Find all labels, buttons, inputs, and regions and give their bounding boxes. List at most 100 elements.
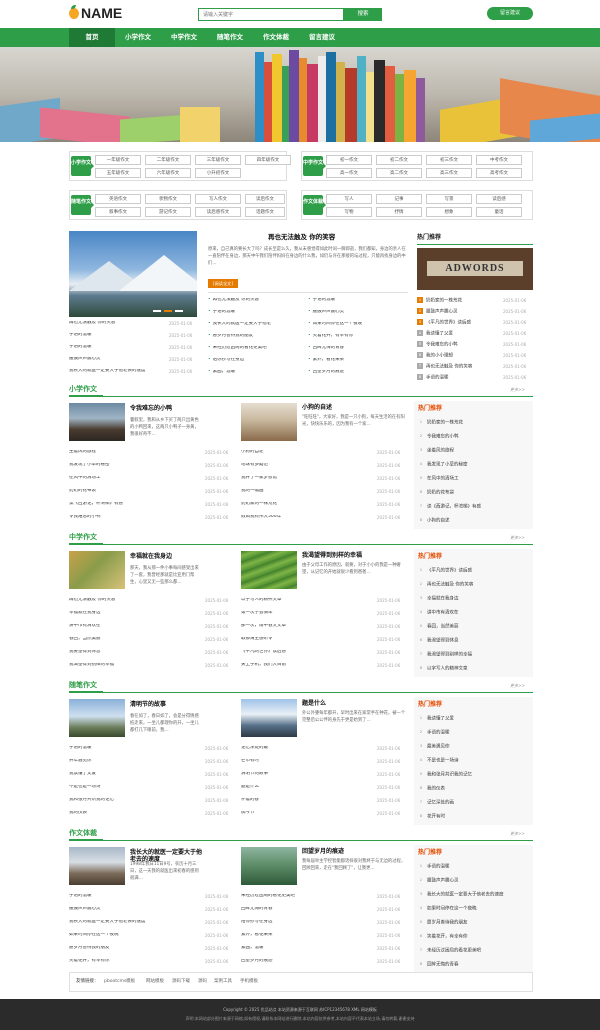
list-item[interactable]: 我长大的就医一定要大于他老去的速度 [69,920,199,928]
cat-chip[interactable]: 小升初作文 [195,168,241,178]
hot-item[interactable]: 7 记忆深处的画 [418,799,530,807]
list-item[interactable]: 题是什么 [241,785,371,793]
list-item[interactable]: 在风中的清场工 [69,476,199,484]
cat-tag-primary[interactable]: 小学作文 [71,156,94,176]
hot-item[interactable]: 2 令我难忘的小鸭 [418,433,530,441]
cat-chip[interactable]: 写景 [426,194,472,204]
list-item[interactable]: 如果时间停在这一个夜晚 [308,322,403,330]
friend-link[interactable]: 网站模板 [146,979,164,985]
list-item[interactable]: 奶奶的花布袋 [69,489,199,497]
cat-chip[interactable]: 读后作文 [245,194,285,204]
list-item[interactable]: 取那薄主感听令 [241,637,371,645]
hot-item[interactable]: 3 我长大的就医一定要大于他老去的速度 [418,891,530,899]
nav-primary[interactable]: 小学作文 [115,28,161,47]
list-item[interactable]: 笑着花开，有幸有你 [69,959,199,967]
cat-chip[interactable]: 二年级作文 [145,155,191,165]
cat-chip[interactable]: 读后感作文 [195,207,241,217]
cat-chip[interactable]: 三年级作文 [195,155,241,165]
list-item[interactable]: 如果时间停在这一个夜晚 [69,933,199,941]
list-item[interactable]: 我和张月共识我的记忆 [69,798,199,806]
section-title[interactable]: 小学作文 [69,386,97,393]
list-item[interactable]: 幸福就在我身边 [69,611,199,619]
list-item[interactable]: 我读懂了父爱 [69,772,199,780]
banner-image[interactable] [0,47,600,142]
article-title[interactable]: 题是什么 [302,701,406,707]
list-item[interactable]: 紫园，温暖 [208,370,303,378]
article-thumb[interactable] [69,847,125,885]
slide-image[interactable] [69,231,197,317]
list-item[interactable]: 紫外，看花来朵 [241,933,371,941]
cat-chip[interactable]: 想象 [426,207,472,217]
list-item[interactable]: 不是也是一场诗 [69,785,199,793]
list-item[interactable]: 手语的温暖 [69,894,199,902]
hot-item[interactable]: 2 腰鼓声声震心灵 [417,308,507,316]
cat-chip[interactable]: 写人 [326,194,372,204]
article-title[interactable]: 我渴望得到别样的幸福 [302,553,406,559]
logo-text[interactable]: NAME [81,6,122,20]
hot-item[interactable]: 6 我渴望得到休息 [418,637,530,645]
article-thumb[interactable] [69,551,125,589]
nav-home[interactable]: 首页 [69,28,115,47]
list-item[interactable]: 关上手机，我们大目前 [241,663,371,671]
hot-item[interactable]: 1 手语的温暖 [418,863,530,871]
cat-chip[interactable]: 读后感 [476,194,522,204]
cat-chip[interactable]: 高三作文 [426,168,472,178]
list-item[interactable]: 我长大的就医一定要大于他老 [208,322,303,330]
article-thumb[interactable] [69,403,125,441]
hot-item[interactable]: 6 笑着花开，有幸有你 [418,933,530,941]
cat-chip[interactable]: 一年级作文 [95,155,141,165]
list-item[interactable]: 我要望得到休息 [69,650,199,658]
list-item[interactable]: 我的仪表 [69,811,199,819]
list-item[interactable]: 紫外，看花来朵 [308,358,403,366]
list-item[interactable]: 奶奶家的一株荒花 [241,502,371,510]
hot-item[interactable]: 7 再也无法触及 你的笑容 [417,363,507,371]
more-link[interactable]: 更多>> [510,832,525,836]
list-item[interactable]: 陪你抄写在身边 [241,920,371,928]
hot-item[interactable]: 2 腰鼓声声震心灵 [418,877,530,885]
cat-chip[interactable]: 初一作文 [326,155,372,165]
hot-item[interactable]: 8 回眸无悔的青春 [418,961,530,969]
hot-item[interactable]: 1 奶奶家的一株荒花 [418,419,530,427]
article-title[interactable]: 小狗的自述 [302,405,406,411]
list-item[interactable]: 手语的温暖 [208,310,303,318]
list-item[interactable]: 手语的温暖 [308,298,403,306]
more-link[interactable]: 更多>> [510,684,525,688]
list-item[interactable]: 《平凡的世界》读后感 [241,650,371,658]
list-item[interactable]: 我长大的就医一定要大于他老去的速度 [69,369,169,377]
hot-item[interactable]: 6 我的小小理想 [417,352,507,360]
cat-chip[interactable]: 写物 [326,207,372,217]
friend-link[interactable]: 案例工具 [214,979,232,985]
article-title[interactable]: 令我难忘的小鸭 [130,405,202,412]
article-thumb[interactable] [69,699,125,737]
cat-tag-essay[interactable]: 随笔作文 [71,195,94,215]
hot-item[interactable]: 2 再也无法触及 你的笑容 [418,581,530,589]
list-item[interactable]: 讲中市有清欢在 [69,624,199,632]
more-link[interactable]: 更多>> [510,536,525,540]
article-thumb[interactable] [241,551,297,589]
hot-item[interactable]: 7 我渴望得到别样的幸福 [418,651,530,659]
hot-item[interactable]: 8 手语的温暖 [417,374,507,382]
hot-item[interactable]: 8 小狗的自述 [418,517,530,525]
hot-item[interactable]: 5 我和张月共识我的记忆 [418,771,530,779]
section-title[interactable]: 中学作文 [69,534,97,541]
section-title[interactable]: 随笔作文 [69,682,97,689]
cat-chip[interactable]: 英语作文 [95,194,141,204]
list-item[interactable]: 以字写人的精神文章 [241,598,371,606]
list-item[interactable]: 那一次，雨中春文文章 [241,624,371,632]
list-item[interactable]: 回眸无悔的青春 [241,907,371,915]
hot-item[interactable]: 8 花开有时 [418,813,530,821]
hot-item[interactable]: 6 奶奶的花布袋 [418,489,530,497]
cat-chip[interactable]: 五年级作文 [95,168,141,178]
cat-chip[interactable]: 状物作文 [145,194,191,204]
list-item[interactable]: 记忆深处的最 [241,746,371,754]
list-item[interactable]: 读《西游记，杯湾梯》有感 [69,502,199,510]
hot-item[interactable]: 6 我的仪表 [418,785,530,793]
read-more-button[interactable]: [阅读全文] [208,279,238,288]
cat-chip[interactable]: 初三作文 [426,155,472,165]
list-item[interactable]: 愿岁月善待我的朋友 [208,334,303,342]
cat-chip[interactable]: 抒情 [376,207,422,217]
article-thumb[interactable] [241,699,297,737]
article-thumb[interactable] [241,847,297,885]
hot-item[interactable]: 3 幸福就在我身边 [418,595,530,603]
cat-chip[interactable]: 游记作文 [145,207,191,217]
